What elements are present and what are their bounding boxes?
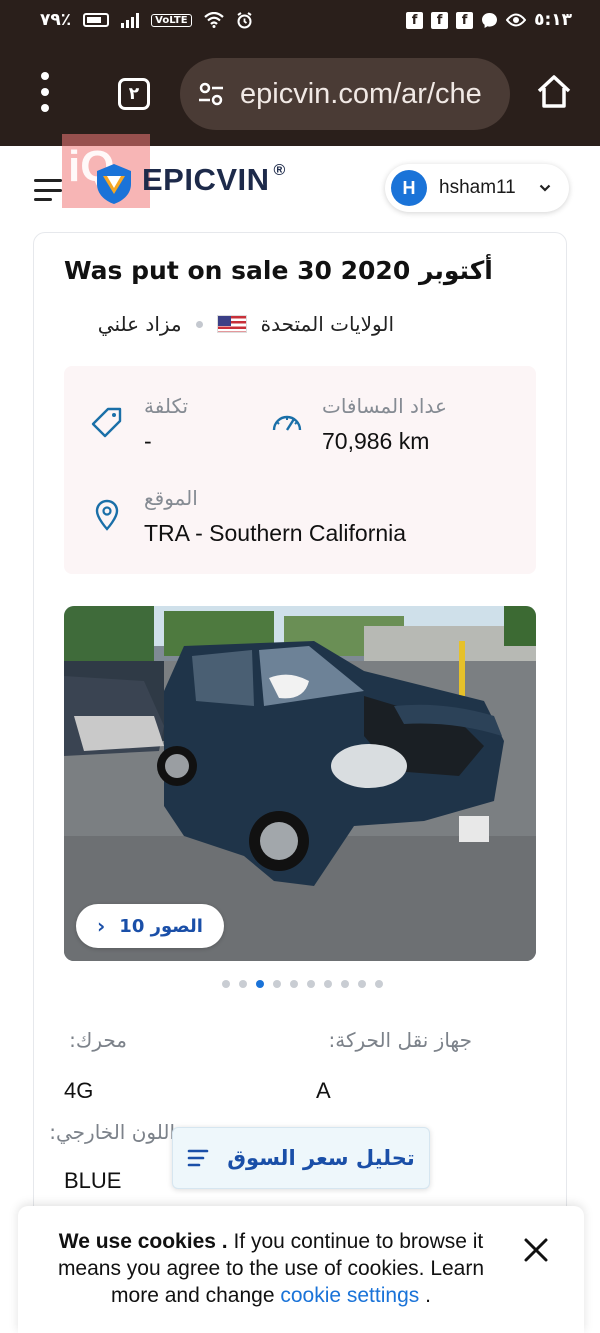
transmission-spec: جهاز نقل الحركة: [329,1028,472,1052]
facebook-icon: f [431,11,449,29]
chevron-right-icon: › [97,914,106,938]
separator-dot [195,320,203,328]
list-icon [187,1149,209,1167]
cookie-title: We use cookies . [58,1230,228,1253]
cookie-banner: We use cookies . If you continue to brow… [18,1206,584,1333]
signal-icon [121,12,140,28]
home-icon[interactable] [534,72,574,112]
odometer-icon [272,415,302,431]
engine-label: محرك: [69,1028,127,1052]
hamburger-menu-icon[interactable] [34,179,62,201]
status-bar: ٧٩٪ VoLTE f f f ٥:١٣ [0,0,600,42]
battery-icon [83,13,110,27]
site-header: iQ EPICVIN ® H hsham11 [0,134,600,232]
carousel-dots [222,980,383,988]
url-text[interactable]: epicvin.com/ar/che [240,78,482,111]
facebook-icon: f [456,11,474,29]
browser-toolbar: ٢ epicvin.com/ar/che [0,42,600,146]
carousel-dot[interactable] [324,980,332,988]
carousel-dot[interactable] [358,980,366,988]
eye-icon [506,13,527,27]
carousel-dot[interactable] [273,980,281,988]
logo-text: EPICVIN ® [142,162,286,198]
messenger-icon [482,12,498,28]
carousel-dot[interactable] [290,980,298,988]
alarm-icon [237,11,252,28]
odometer-value: 70,986 km [322,428,430,454]
photos-count-label: الصور 10 [119,915,203,937]
cookie-end: . [419,1284,431,1307]
user-name: hsham11 [439,177,516,198]
cost-label: تكلفة [144,394,189,418]
carousel-dot[interactable] [222,980,230,988]
logo-registered-mark: ® [273,162,286,179]
engine-spec: محرك: [69,1028,127,1052]
clock-time: ٥:١٣ [534,10,572,30]
country-label: الولايات المتحدة [260,312,394,336]
price-tag-icon [91,407,122,438]
logo-text-vin: VIN [216,162,270,197]
browser-menu-icon[interactable] [36,72,54,112]
exterior-color-value: BLUE [64,1168,122,1193]
us-flag-icon [216,315,247,333]
sale-title: Was put on sale 30 أكتوبر 2020 [64,256,493,285]
carousel-dot[interactable] [307,980,315,988]
site-settings-icon[interactable] [196,79,226,109]
market-price-analysis-button[interactable]: تحليل سعر السوق [172,1127,430,1189]
location-label: الموقع [144,486,198,510]
exterior-color-spec: اللون الخارجي: [49,1120,175,1144]
cookie-settings-link[interactable]: cookie settings [280,1284,419,1307]
epicvin-logo[interactable]: iQ EPICVIN ® [62,134,285,208]
carousel-dot[interactable] [239,980,247,988]
wifi-icon [203,12,224,28]
volte-icon: VoLTE [151,13,192,27]
facebook-icon: f [406,11,424,29]
carousel-dot[interactable] [256,980,264,988]
sale-info-box: تكلفة - عداد المسافات 70,986 km الموقع T… [64,366,536,574]
avatar: H [391,170,427,206]
battery-level: ٧٩٪ [40,10,72,30]
cookie-message: We use cookies . If you continue to brow… [42,1228,500,1309]
tab-switcher-button[interactable]: ٢ [118,78,150,110]
chevron-down-icon [539,184,551,192]
photos-gallery-button[interactable]: › الصور 10 [76,904,224,948]
location-value: TRA - Southern California [144,520,407,546]
transmission-label: جهاز نقل الحركة: [328,1028,472,1052]
location-pin-icon [95,499,119,531]
user-menu-button[interactable]: H hsham11 [385,164,569,212]
cost-value: - [144,428,152,454]
logo-text-epic: EPIC [142,162,217,197]
carousel-dot[interactable] [341,980,349,988]
market-price-label: تحليل سعر السوق [227,1146,415,1170]
sale-meta: الولايات المتحدة مزاد علني [64,308,394,340]
shield-logo-icon [97,164,131,204]
address-bar[interactable]: epicvin.com/ar/che [180,58,510,130]
exterior-color-label: اللون الخارجي: [49,1120,175,1144]
transmission-value: A [316,1078,331,1103]
engine-value: 4G [64,1078,94,1103]
close-icon[interactable] [522,1236,550,1264]
odometer-label: عداد المسافات [322,394,447,418]
auction-type: مزاد علني [97,312,182,336]
carousel-dot[interactable] [375,980,383,988]
